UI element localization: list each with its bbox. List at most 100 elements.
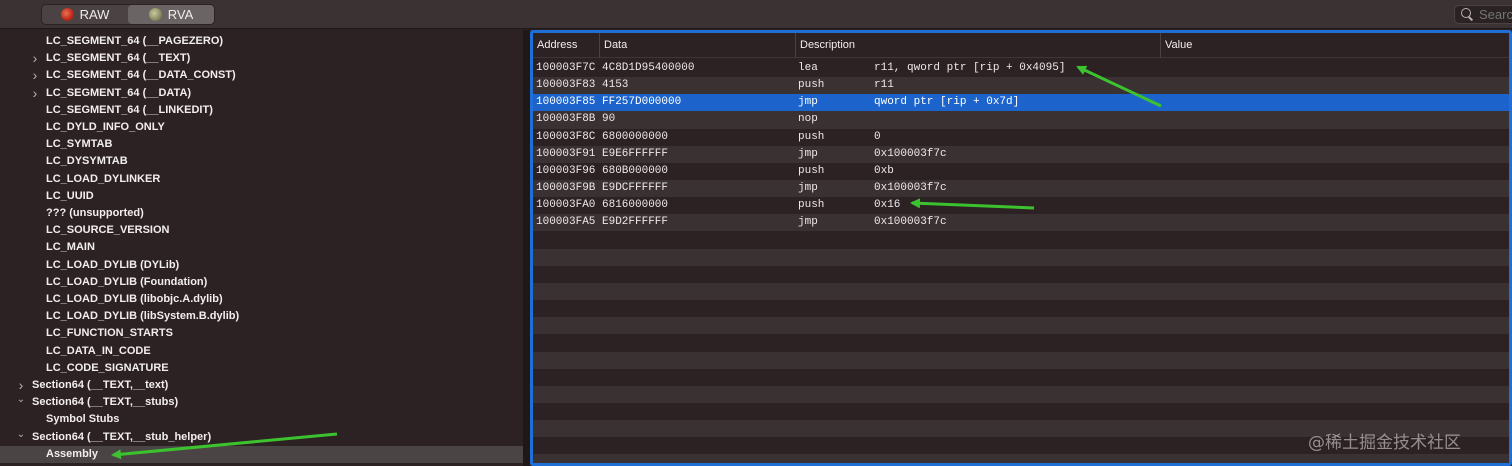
mnemonic-cell: push bbox=[798, 79, 825, 92]
tree-item[interactable]: LC_LOAD_DYLIB (Foundation) bbox=[0, 274, 523, 291]
operands-cell: r11 bbox=[874, 79, 894, 92]
tree-item[interactable]: › LC_SEGMENT_64 (__DATA) bbox=[0, 85, 523, 102]
tree-item[interactable]: LC_SEGMENT_64 (__PAGEZERO) bbox=[0, 33, 523, 50]
operands-cell: qword ptr [rip + 0x7d] bbox=[874, 96, 1020, 109]
mnemonic-cell: push bbox=[798, 164, 825, 177]
mnemonic-cell: lea bbox=[798, 62, 818, 74]
tree-item[interactable]: LC_LOAD_DYLINKER bbox=[0, 171, 523, 188]
tree-item-label: LC_LOAD_DYLINKER bbox=[46, 172, 161, 185]
address-cell: 100003FA0 bbox=[536, 199, 596, 212]
raw-tab[interactable]: RAW bbox=[42, 5, 128, 24]
empty-row bbox=[533, 266, 1509, 283]
mnemonic-cell: jmp bbox=[798, 182, 818, 195]
address-cell: 100003F83 bbox=[536, 79, 596, 92]
chevron-right-icon[interactable]: › bbox=[30, 85, 40, 102]
data-cell: FF257D000000 bbox=[602, 96, 682, 109]
table-row[interactable]: 100003F85 FF257D000000 jmp qword ptr [rip +… bbox=[533, 94, 1509, 112]
watermark: @稀土掘金技术社区 bbox=[1308, 433, 1461, 453]
tree-item[interactable]: ⌄ Section64 (__TEXT,__stub_helper) bbox=[0, 429, 523, 446]
search-input[interactable] bbox=[1479, 7, 1512, 22]
table-row[interactable]: 100003F9B E9DCFFFFFF jmp 0x100003f7c bbox=[533, 180, 1509, 198]
tree-item-label: LC_SEGMENT_64 (__TEXT) bbox=[46, 52, 191, 65]
tree-item[interactable]: LC_MAIN bbox=[0, 239, 523, 256]
column-header-description[interactable]: Description bbox=[795, 33, 1160, 58]
tree-item[interactable]: › LC_SEGMENT_64 (__DATA_CONST) bbox=[0, 67, 523, 84]
empty-row bbox=[533, 351, 1509, 369]
structure-tree[interactable]: LC_SEGMENT_64 (__PAGEZERO) › LC_SEGMENT_64… bbox=[0, 30, 523, 466]
table-row[interactable]: 100003F8C 6800000000 push 0 bbox=[533, 129, 1509, 146]
tree-item[interactable]: Assembly bbox=[0, 445, 523, 463]
table-row[interactable]: 100003F83 4153 push r11 bbox=[533, 77, 1509, 95]
address-cell: 100003F91 bbox=[536, 147, 596, 160]
tree-item-label: ??? (unsupported) bbox=[46, 207, 144, 219]
address-cell: 100003F8C bbox=[536, 130, 596, 143]
empty-row bbox=[533, 334, 1509, 351]
tree-item[interactable]: › LC_SEGMENT_64 (__TEXT) bbox=[0, 50, 523, 67]
tree-item-label: Section64 (__TEXT,__text) bbox=[32, 379, 169, 391]
table-row[interactable]: 100003F96 680B000000 push 0xb bbox=[533, 163, 1509, 180]
tree-item[interactable]: LC_LOAD_DYLIB (libSystem.B.dylib) bbox=[0, 308, 523, 325]
tree-item-label: LC_SEGMENT_64 (__LINKEDIT) bbox=[46, 103, 213, 116]
tree-item-label: Section64 (__TEXT,__stubs) bbox=[32, 396, 179, 409]
empty-row bbox=[533, 232, 1509, 249]
tree-item[interactable]: LC_SEGMENT_64 (__LINKEDIT) bbox=[0, 102, 523, 119]
address-cell: 100003F96 bbox=[536, 164, 596, 177]
chevron-down-icon[interactable]: ⌄ bbox=[16, 429, 26, 446]
empty-row bbox=[533, 403, 1509, 420]
tree-item-label: LC_FUNCTION_STARTS bbox=[46, 327, 173, 340]
tree-item[interactable]: LC_LOAD_DYLIB (DYLib) bbox=[0, 257, 523, 274]
mnemonic-cell: jmp bbox=[798, 216, 818, 229]
tree-item-label: Assembly bbox=[46, 447, 98, 460]
table-row[interactable]: 100003FA5 E9D2FFFFFF jmp 0x100003f7c bbox=[533, 214, 1509, 232]
data-cell: E9DCFFFFFF bbox=[602, 182, 669, 195]
tree-item-label: LC_DATA_IN_CODE bbox=[46, 344, 151, 357]
tree-item-label: LC_DYLD_INFO_ONLY bbox=[46, 121, 165, 133]
view-mode-segmented-control: RAW RVA bbox=[41, 4, 215, 25]
tree-item[interactable]: ⌄ Section64 (__TEXT,__stubs) bbox=[0, 394, 523, 411]
tree-item[interactable]: LC_FUNCTION_STARTS bbox=[0, 325, 523, 342]
data-cell: 4C8D1D95400000 bbox=[602, 62, 695, 74]
chevron-right-icon[interactable]: › bbox=[30, 67, 40, 84]
tree-item-label: LC_CODE_SIGNATURE bbox=[46, 361, 169, 374]
rva-tab[interactable]: RVA bbox=[128, 5, 214, 24]
tree-item[interactable]: LC_DYLD_INFO_ONLY bbox=[0, 119, 523, 136]
raw-icon bbox=[60, 8, 74, 21]
tree-item[interactable]: LC_DATA_IN_CODE bbox=[0, 343, 523, 360]
column-header-address[interactable]: Address bbox=[533, 33, 599, 58]
column-header-data[interactable]: Data bbox=[599, 33, 795, 58]
mnemonic-cell: push bbox=[798, 199, 825, 212]
tree-item-label: LC_LOAD_DYLIB (Foundation) bbox=[46, 275, 208, 288]
tree-item[interactable]: ??? (unsupported) bbox=[0, 205, 523, 222]
mnemonic-cell: nop bbox=[798, 113, 818, 126]
table-header: Address Data Description Value bbox=[533, 33, 1509, 58]
tree-item[interactable]: › Section64 (__TEXT,__text) bbox=[0, 377, 523, 394]
table-row[interactable]: 100003F7C 4C8D1D95400000 lea r11, qword ptr… bbox=[533, 60, 1509, 77]
address-cell: 100003F8B bbox=[536, 113, 596, 126]
mnemonic-cell: jmp bbox=[798, 96, 818, 109]
tree-item-label: LC_SEGMENT_64 (__DATA) bbox=[46, 86, 192, 99]
chevron-right-icon[interactable]: › bbox=[30, 50, 40, 67]
tree-item[interactable]: Symbol Stubs bbox=[0, 411, 523, 428]
toolbar: RAW RVA bbox=[0, 0, 1512, 29]
disassembly-table[interactable]: Address Data Description Value 100003F7C… bbox=[530, 30, 1512, 466]
column-header-value[interactable]: Value bbox=[1160, 33, 1509, 58]
chevron-down-icon[interactable]: ⌄ bbox=[16, 394, 26, 411]
data-cell: 680B000000 bbox=[602, 164, 669, 177]
tree-item-label: LC_SEGMENT_64 (__PAGEZERO) bbox=[46, 35, 224, 47]
tree-item-label: LC_LOAD_DYLIB (DYLib) bbox=[46, 258, 180, 271]
table-row[interactable]: 100003FA0 6816000000 push 0x16 bbox=[533, 197, 1509, 214]
tree-item-label: LC_SEGMENT_64 (__DATA_CONST) bbox=[46, 69, 236, 82]
search-field[interactable] bbox=[1454, 5, 1512, 24]
tree-item[interactable]: LC_SYMTAB bbox=[0, 136, 523, 153]
tree-item[interactable]: LC_LOAD_DYLIB (libobjc.A.dylib) bbox=[0, 291, 523, 308]
tree-item[interactable]: LC_DYSYMTAB bbox=[0, 153, 523, 170]
rva-tab-label: RVA bbox=[167, 7, 194, 22]
tree-item[interactable]: LC_UUID bbox=[0, 188, 523, 205]
table-row[interactable]: 100003F91 E9E6FFFFFF jmp 0x100003f7c bbox=[533, 145, 1509, 163]
table-row[interactable]: 100003F8B 90 nop bbox=[533, 111, 1509, 129]
tree-item[interactable]: LC_CODE_SIGNATURE bbox=[0, 360, 523, 377]
operands-cell: r11, qword ptr [rip + 0x4095] bbox=[874, 62, 1066, 74]
split-view-divider[interactable] bbox=[523, 30, 530, 466]
chevron-right-icon[interactable]: › bbox=[16, 377, 26, 394]
tree-item[interactable]: LC_SOURCE_VERSION bbox=[0, 222, 523, 239]
